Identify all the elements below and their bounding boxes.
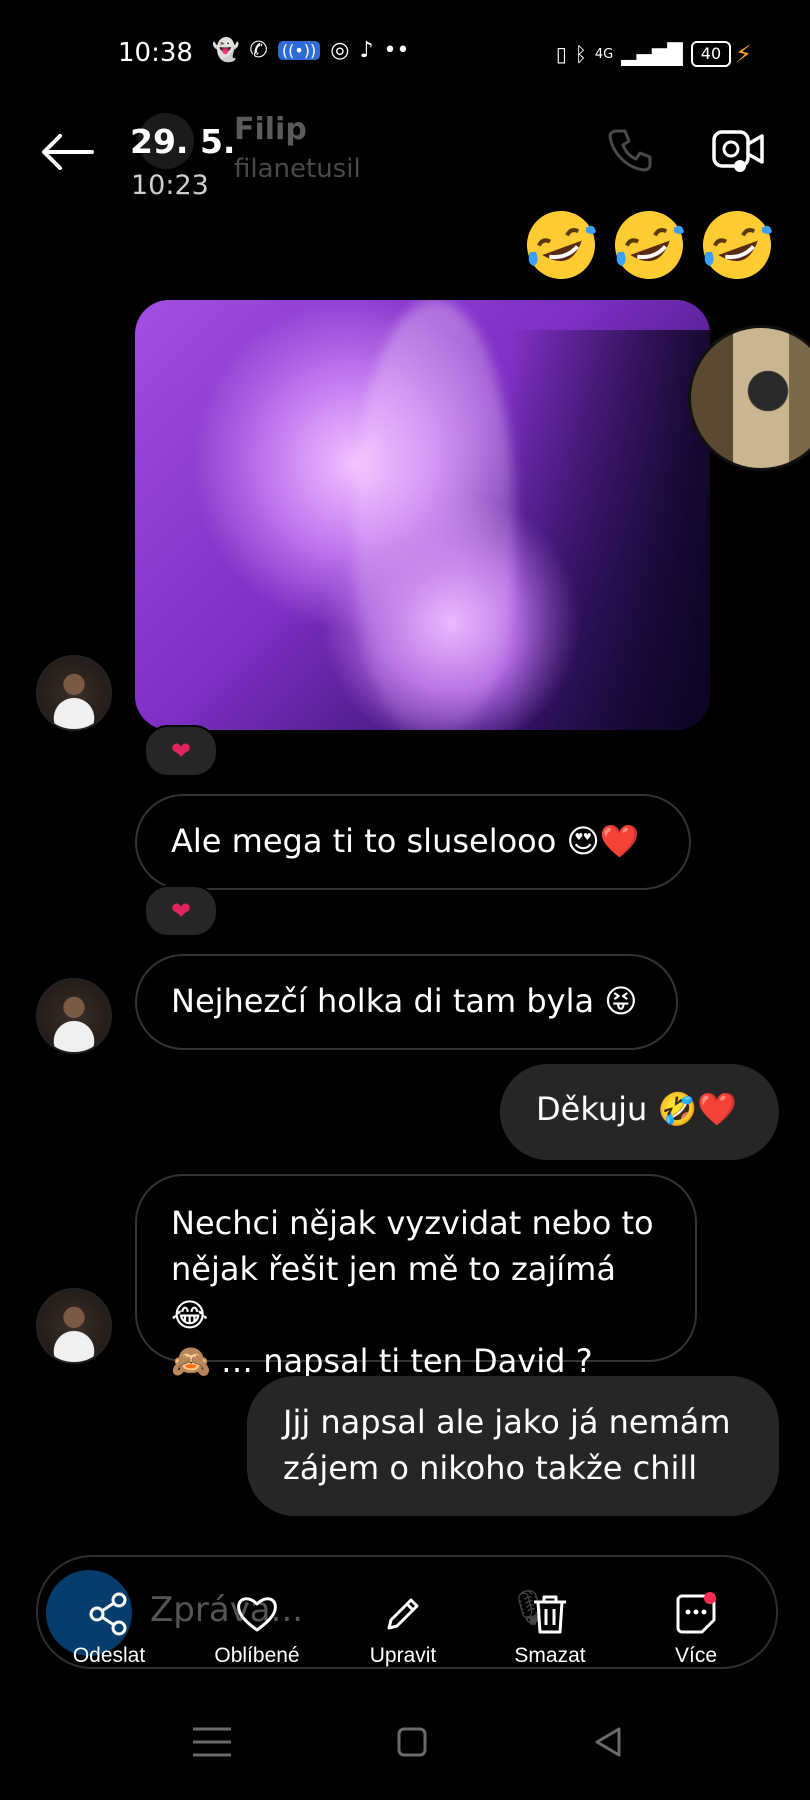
more-sticker-icon — [676, 1592, 716, 1634]
square-icon — [397, 1727, 427, 1757]
missed-call-icon: ✆ — [249, 38, 268, 63]
instagram-icon: ◎ — [330, 38, 350, 63]
outgoing-message[interactable]: Jjj napsal ale jako já nemám zájem o nik… — [247, 1376, 779, 1516]
photo-message[interactable] — [135, 300, 710, 730]
sender-avatar[interactable] — [36, 1288, 112, 1364]
contact-username[interactable]: filanetusil — [234, 154, 361, 184]
voice-call-button[interactable] — [598, 118, 662, 182]
action-label: Odeslat — [72, 1644, 146, 1667]
network-label: 4G — [594, 46, 614, 62]
home-button[interactable] — [382, 1712, 442, 1772]
recent-apps-button[interactable] — [182, 1712, 242, 1772]
heart-reaction[interactable]: ❤ — [144, 725, 218, 777]
message-line: zájem o nikoho takže chill — [283, 1449, 698, 1487]
snapchat-icon: 👻 — [212, 38, 240, 63]
charging-icon: ⚡ — [735, 40, 752, 68]
message-text: Děkuju 🤣❤️ — [536, 1090, 738, 1128]
action-label: Upravit — [369, 1644, 437, 1667]
rofl-emoji-icon — [615, 211, 684, 279]
pencil-icon — [387, 1598, 419, 1630]
photo-content — [355, 300, 515, 730]
heart-reaction[interactable]: ❤ — [144, 885, 218, 937]
incoming-message[interactable]: Nejhezčí holka di tam byla 😝 — [135, 954, 678, 1050]
incoming-message[interactable]: Ale mega ti to sluselooo 😍❤️ — [135, 794, 691, 890]
favorite-action-button[interactable]: Oblíbené — [182, 1590, 332, 1668]
contact-name[interactable]: Filip — [234, 112, 307, 147]
emoji-message[interactable] — [524, 208, 774, 282]
video-camera-icon — [712, 130, 764, 172]
arrow-left-icon — [42, 134, 94, 170]
more-action-button[interactable]: Více — [621, 1590, 771, 1668]
system-navigation-bar — [0, 1712, 810, 1782]
message-line: Nechci nějak vyzvidat nebo to — [171, 1204, 654, 1242]
vibrate-icon: ▯ — [555, 42, 567, 66]
message-time: 10:23 — [131, 170, 209, 201]
share-icon — [89, 1592, 127, 1636]
notification-icons: 👻 ✆ ((•)) ◎ ♪ •• — [212, 38, 409, 63]
photo-shadow — [510, 330, 710, 730]
video-call-button[interactable] — [706, 118, 770, 182]
sender-avatar[interactable] — [36, 655, 112, 731]
action-label: Více — [674, 1644, 718, 1667]
message-action-bar: Odeslat Oblíbené Upravit Smazat Více — [0, 1590, 810, 1680]
system-icons: ▯ ᛒ 4G ▂▄▆█ 40 ⚡ — [556, 40, 752, 68]
send-action-button[interactable]: Odeslat — [34, 1590, 184, 1668]
rofl-emoji-icon — [703, 211, 772, 279]
message-text: Ale mega ti to sluselooo 😍❤️ — [171, 822, 640, 860]
incoming-message[interactable]: Nechci nějak vyzvidat nebo to nějak řeši… — [135, 1174, 697, 1380]
heart-icon — [237, 1597, 277, 1632]
back-nav-button[interactable] — [578, 1712, 638, 1772]
message-text: Nejhezčí holka di tam byla 😝 — [171, 982, 638, 1020]
delete-action-button[interactable]: Smazat — [475, 1590, 625, 1668]
sender-avatar[interactable] — [36, 978, 112, 1054]
edit-action-button[interactable]: Upravit — [328, 1590, 478, 1668]
triangle-back-icon — [595, 1727, 621, 1757]
tiktok-icon: ♪ — [359, 38, 374, 63]
phone-icon — [608, 129, 652, 172]
action-label: Oblíbené — [214, 1644, 300, 1667]
outgoing-message[interactable]: Děkuju 🤣❤️ — [500, 1064, 779, 1160]
bluetooth-icon: ᛒ — [574, 42, 587, 66]
menu-icon — [193, 1727, 231, 1757]
back-button[interactable] — [34, 120, 98, 184]
battery-icon: 40 — [690, 41, 732, 67]
action-label: Smazat — [514, 1644, 586, 1667]
message-date: 29. 5. — [130, 122, 236, 161]
message-line: nějak řešit jen mě to zajímá 😂 — [171, 1250, 616, 1334]
signal-icon: ▂▄▆█ — [621, 42, 683, 66]
status-time: 10:38 — [118, 38, 193, 68]
heart-icon: ❤ — [170, 737, 192, 765]
message-line: Jjj napsal ale jako já nemám — [283, 1403, 731, 1441]
rofl-emoji-icon — [527, 211, 596, 279]
trash-icon — [534, 1595, 566, 1634]
hotspot-icon: ((•)) — [277, 41, 321, 60]
more-notifications-icon: •• — [383, 38, 410, 63]
heart-icon: ❤ — [170, 897, 192, 925]
